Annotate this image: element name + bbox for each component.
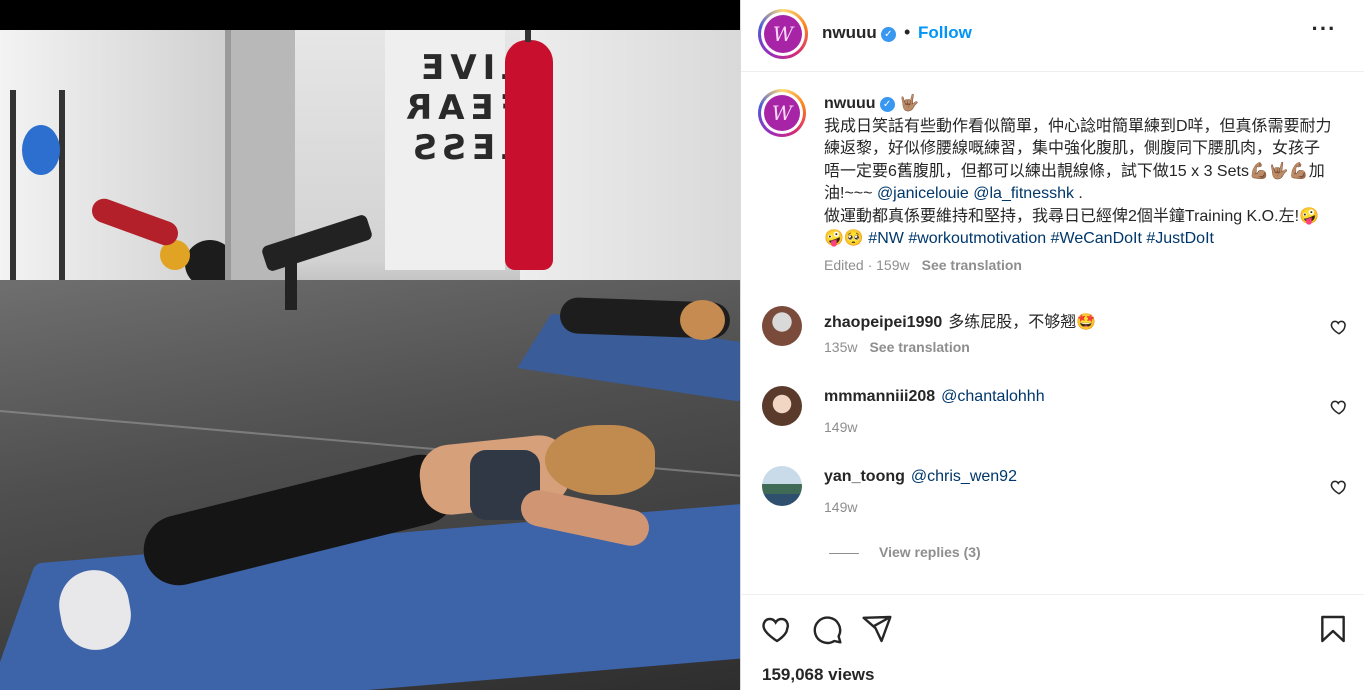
share-icon[interactable] <box>861 613 893 645</box>
reflected-person-hair <box>680 300 725 340</box>
heart-icon[interactable] <box>761 613 793 645</box>
comment-text: yan_toong @chris_wen92 <box>824 468 1017 486</box>
post-details-panel: W nwuuu ✓ • Follow ··· W nwuuu ✓ 🤟🏽 我成日笑話有… <box>740 0 1364 690</box>
post-header: W nwuuu ✓ • Follow ··· <box>741 0 1364 72</box>
comment-meta: 149w <box>824 499 857 515</box>
hashtag-link[interactable]: #JustDoIt <box>1146 230 1214 247</box>
caption-body: . <box>1073 185 1083 202</box>
caption-emoji: 🤟🏽 <box>899 95 919 112</box>
follow-button[interactable]: Follow <box>918 23 972 43</box>
comment-timestamp: 149w <box>824 419 858 435</box>
punching-bag <box>505 30 553 270</box>
comment-text: zhaopeipei1990 多练屁股，不够翘🤩 <box>824 308 1096 332</box>
comment-meta: 135w See translation <box>824 339 970 355</box>
post-actions-bar: 159,068 views <box>741 594 1364 690</box>
post-media-video[interactable]: LIVE FEAR LESS <box>0 0 740 690</box>
mention-link[interactable]: @la_fitnesshk <box>973 185 1074 202</box>
commenter-username[interactable]: zhaopeipei1990 <box>824 314 942 331</box>
verified-badge-icon: ✓ <box>880 27 896 42</box>
edited-timestamp: Edited · 159w <box>824 257 910 273</box>
mirror-wall <box>520 30 740 300</box>
comment-timestamp: 149w <box>824 499 858 515</box>
author-username[interactable]: nwuuu ✓ <box>822 23 896 43</box>
caption-username[interactable]: nwuuu <box>824 95 876 112</box>
bookmark-icon[interactable] <box>1317 613 1349 645</box>
hashtag-link[interactable]: #NW <box>868 230 904 247</box>
commenter-avatar[interactable] <box>762 466 802 506</box>
separator-dot: • <box>904 22 911 42</box>
comment-timestamp: 135w <box>824 339 858 355</box>
comment-item: mmmanniii208 @chantalohhh 149w <box>741 386 1364 466</box>
comment-item: yan_toong @chris_wen92 149w <box>741 466 1364 546</box>
comment-icon[interactable] <box>811 613 843 645</box>
view-replies-button[interactable]: View replies (3) <box>829 544 981 560</box>
caption-text: nwuuu ✓ 🤟🏽 我成日笑話有些動作看似簡單，仲心諗咁簡單練到D咩，但真係需要… <box>824 93 1334 251</box>
video-frame[interactable]: LIVE FEAR LESS <box>0 30 740 690</box>
see-translation-link[interactable]: See translation <box>869 339 969 355</box>
like-comment-heart-icon[interactable] <box>1330 318 1348 336</box>
commenter-username[interactable]: mmmanniii208 <box>824 388 935 405</box>
verified-badge-icon: ✓ <box>879 97 895 112</box>
comment-meta: 149w <box>824 419 857 435</box>
comment-text: mmmanniii208 @chantalohhh <box>824 388 1045 406</box>
commenter-avatar[interactable] <box>762 386 802 426</box>
mention-link[interactable]: @chantalohhh <box>941 388 1044 405</box>
comments-scroll-area[interactable]: W nwuuu ✓ 🤟🏽 我成日笑話有些動作看似簡單，仲心諗咁簡單練到D咩，但真係… <box>741 72 1364 594</box>
mention-link[interactable]: @janicelouie <box>877 185 969 202</box>
caption-author-avatar[interactable]: W <box>758 89 806 137</box>
replies-divider-line <box>829 552 859 554</box>
like-comment-heart-icon[interactable] <box>1330 398 1348 416</box>
like-comment-heart-icon[interactable] <box>1330 478 1348 496</box>
commenter-avatar[interactable] <box>762 306 802 346</box>
avatar-logo: W <box>764 95 800 131</box>
see-translation-link[interactable]: See translation <box>922 257 1022 273</box>
more-options-icon[interactable]: ··· <box>1309 16 1339 50</box>
avatar-logo: W <box>764 15 802 53</box>
person-hair <box>545 425 655 495</box>
caption-meta: Edited · 159w See translation <box>824 257 1022 273</box>
hashtag-link[interactable]: #workoutmotivation <box>908 230 1046 247</box>
comment-item: zhaopeipei1990 多练屁股，不够翘🤩 135w See translat… <box>741 306 1364 386</box>
author-avatar[interactable]: W <box>758 9 808 59</box>
hashtag-link[interactable]: #WeCanDoIt <box>1051 230 1142 247</box>
comment-body: 多练屁股，不够翘🤩 <box>948 314 1097 331</box>
view-count[interactable]: 159,068 views <box>762 665 874 685</box>
commenter-username[interactable]: yan_toong <box>824 468 905 485</box>
workout-bench-leg <box>285 250 297 310</box>
mention-link[interactable]: @chris_wen92 <box>911 468 1017 485</box>
weight-plate <box>22 125 60 175</box>
